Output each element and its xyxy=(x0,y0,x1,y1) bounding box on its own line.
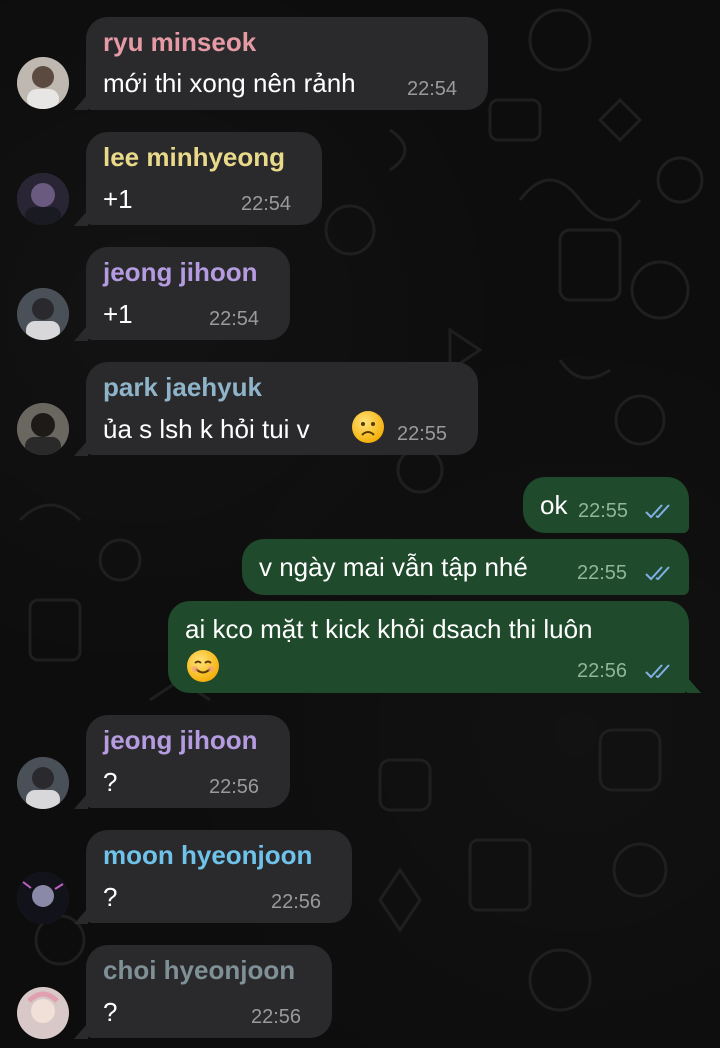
avatar[interactable] xyxy=(17,57,69,109)
avatar[interactable] xyxy=(17,757,69,809)
double-check-icon xyxy=(645,664,670,679)
message-text: ? xyxy=(103,882,118,912)
profile-photo-icon xyxy=(17,987,69,1039)
message-text: ai kco mặt t kick khỏi dsach thi luôn xyxy=(185,614,593,644)
profile-photo-icon xyxy=(17,288,69,340)
message-time: 22:54 xyxy=(241,193,292,215)
avatar[interactable] xyxy=(17,173,69,225)
avatar[interactable] xyxy=(17,987,69,1039)
message-text: ủa s lsh k hỏi tui v xyxy=(103,414,310,444)
message-time: 22:56 xyxy=(577,660,628,682)
message-time: 22:55 xyxy=(397,423,448,445)
smiling-face-emoji xyxy=(187,650,219,682)
double-check-icon xyxy=(645,504,670,519)
message-text: ? xyxy=(103,767,118,797)
message-time: 22:56 xyxy=(251,1006,302,1028)
frowning-face-emoji xyxy=(352,411,384,443)
message-time: 22:56 xyxy=(271,891,322,913)
profile-photo-icon xyxy=(17,403,69,455)
profile-photo-icon xyxy=(17,173,69,225)
profile-photo-icon xyxy=(17,757,69,809)
sender-name[interactable]: ryu minseok xyxy=(103,27,256,58)
message-text: v ngày mai vẫn tập nhé xyxy=(259,552,528,582)
profile-photo-icon xyxy=(17,872,69,924)
sender-name[interactable]: park jaehyuk xyxy=(103,372,262,403)
message-time: 22:55 xyxy=(578,500,629,522)
message-text: +1 xyxy=(103,184,133,214)
sender-name[interactable]: choi hyeonjoon xyxy=(103,955,295,986)
message-time: 22:54 xyxy=(407,78,458,100)
message-text: ok xyxy=(540,490,568,520)
message-time: 22:55 xyxy=(577,562,628,584)
double-check-icon xyxy=(645,566,670,581)
avatar[interactable] xyxy=(17,872,69,924)
avatar[interactable] xyxy=(17,403,69,455)
sender-name[interactable]: jeong jihoon xyxy=(103,725,258,756)
message-time: 22:56 xyxy=(209,776,260,798)
message-text: mới thi xong nên rảnh xyxy=(103,68,356,98)
message-text: ? xyxy=(103,997,118,1027)
sender-name[interactable]: jeong jihoon xyxy=(103,257,258,288)
sender-name[interactable]: lee minhyeong xyxy=(103,142,285,173)
message-time: 22:54 xyxy=(209,308,260,330)
sender-name[interactable]: moon hyeonjoon xyxy=(103,840,312,871)
message-text: +1 xyxy=(103,299,133,329)
avatar[interactable] xyxy=(17,288,69,340)
profile-photo-icon xyxy=(17,57,69,109)
